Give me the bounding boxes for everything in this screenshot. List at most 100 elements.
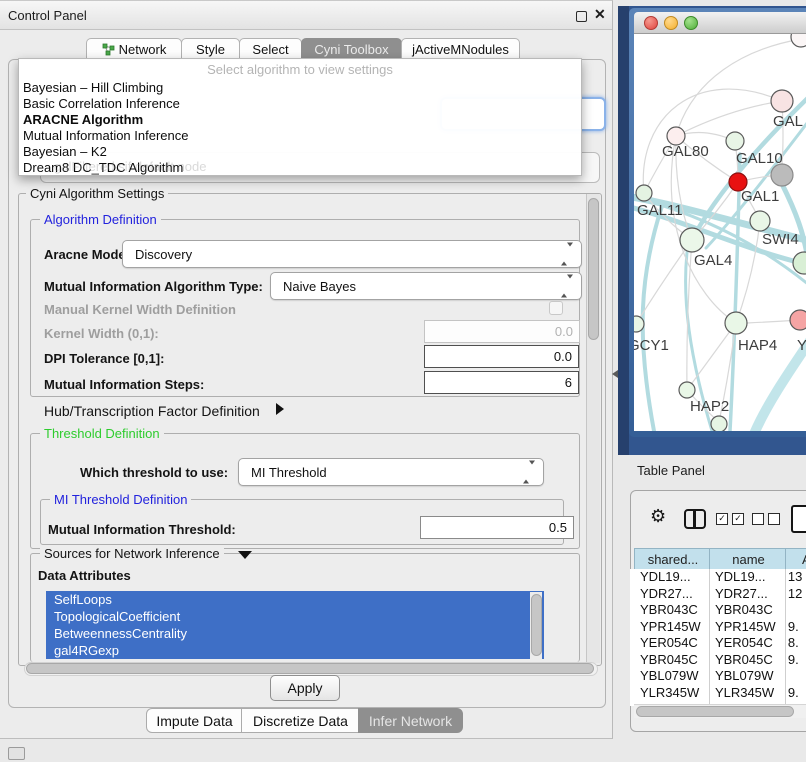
aracne-mode-combo[interactable]: Discovery bbox=[122, 240, 582, 268]
zoom-traffic-icon[interactable] bbox=[684, 16, 698, 30]
settings-scrollbar-thumb[interactable] bbox=[588, 198, 599, 340]
node-label: GAL10 bbox=[736, 150, 783, 167]
dropdown-placeholder: Select algorithm to view settings bbox=[19, 62, 581, 77]
field-value: 6 bbox=[565, 375, 572, 390]
table-row[interactable]: YLR345WYLR345W9. bbox=[634, 685, 806, 702]
tab-label: Cyni Toolbox bbox=[314, 42, 388, 57]
node-partial-right[interactable] bbox=[793, 252, 806, 274]
node-gray[interactable] bbox=[771, 164, 793, 186]
stepper-arrows-icon bbox=[561, 279, 573, 294]
node-label: Y bbox=[797, 337, 806, 354]
sources-group-title: Sources for Network Inference bbox=[40, 546, 224, 561]
manual-kernel-label: Manual Kernel Width Definition bbox=[44, 302, 236, 317]
select-all-columns-icon[interactable]: ✓✓ bbox=[716, 513, 744, 525]
table-row[interactable]: YBL079WYBL079W bbox=[634, 668, 806, 685]
network-window-titlebar bbox=[634, 12, 806, 34]
float-window-icon[interactable] bbox=[576, 11, 587, 22]
dropdown-item[interactable]: Bayesian – Hill Climbing bbox=[23, 80, 163, 96]
mi-steps-field[interactable]: 6 bbox=[424, 371, 579, 394]
tab-discretize-data[interactable]: Discretize Data bbox=[241, 708, 360, 733]
which-threshold-label: Which threshold to use: bbox=[80, 465, 228, 480]
tab-label: Network bbox=[119, 42, 167, 57]
tab-select[interactable]: Select bbox=[239, 38, 302, 60]
close-icon[interactable]: ✕ bbox=[594, 6, 606, 23]
node-label: GCY1 bbox=[634, 337, 669, 354]
deselect-all-columns-icon[interactable] bbox=[752, 513, 780, 525]
list-item[interactable]: BetweennessCentrality bbox=[46, 625, 544, 642]
node-hap4[interactable] bbox=[725, 312, 747, 334]
dpi-tolerance-label: DPI Tolerance [0,1]: bbox=[44, 351, 164, 366]
field-value: 0.0 bbox=[555, 324, 573, 339]
network-canvas[interactable]: GAL GAL80 GAL10 GAL1 GAL11 SWI4 GAL4 GCY… bbox=[634, 34, 806, 431]
columns-icon[interactable] bbox=[684, 509, 706, 529]
tab-jactivemnodules[interactable]: jActiveMNodules bbox=[401, 38, 520, 60]
list-item[interactable]: gal4RGexp bbox=[46, 642, 544, 659]
node-swi4[interactable] bbox=[750, 211, 770, 231]
tab-cyni-toolbox[interactable]: Cyni Toolbox bbox=[301, 38, 402, 60]
table-panel-title: Table Panel bbox=[637, 463, 705, 478]
aracne-mode-label: Aracne Mode: bbox=[44, 247, 130, 262]
tab-infer-network[interactable]: Infer Network bbox=[358, 708, 463, 733]
node-gal10[interactable] bbox=[726, 132, 744, 150]
collapse-down-icon[interactable] bbox=[238, 551, 252, 559]
minimized-panel-icon[interactable] bbox=[8, 747, 25, 760]
combo-value: Naive Bayes bbox=[283, 279, 356, 294]
close-traffic-icon[interactable] bbox=[644, 16, 658, 30]
node-partial-bottom[interactable] bbox=[711, 416, 727, 431]
tab-label: jActiveMNodules bbox=[412, 42, 509, 57]
node-hap2[interactable] bbox=[679, 382, 695, 398]
table-row[interactable]: YDR27...YDR27...12 bbox=[634, 586, 806, 603]
node-label: GAL80 bbox=[662, 143, 709, 160]
mi-algorithm-type-label: Mutual Information Algorithm Type: bbox=[44, 279, 263, 294]
table-row[interactable]: YPR145WYPR145W9. bbox=[634, 619, 806, 636]
network-icon bbox=[102, 43, 115, 56]
stepper-arrows-icon bbox=[523, 465, 535, 480]
node-label: GAL bbox=[773, 113, 803, 130]
kernel-width-label: Kernel Width (0,1): bbox=[44, 326, 159, 341]
dropdown-item[interactable]: Basic Correlation Inference bbox=[23, 96, 180, 112]
mi-algorithm-type-combo[interactable]: Naive Bayes bbox=[270, 272, 582, 300]
node-gal4[interactable] bbox=[680, 228, 704, 252]
apply-button[interactable]: Apply bbox=[270, 675, 340, 701]
tab-network[interactable]: Network bbox=[86, 38, 182, 60]
new-table-icon[interactable] bbox=[791, 505, 806, 533]
list-scrollbar-thumb[interactable] bbox=[531, 594, 542, 656]
node-gal-partial[interactable] bbox=[771, 90, 793, 112]
dropdown-item[interactable]: Bayesian – K2 bbox=[23, 144, 107, 160]
settings-hscrollbar-thumb[interactable] bbox=[26, 663, 594, 674]
node-label: GAL4 bbox=[694, 252, 732, 269]
data-table-combo-value: galFiltered.sif default node bbox=[54, 159, 354, 174]
table-row[interactable]: YBR045CYBR045C9. bbox=[634, 652, 806, 669]
table-row[interactable]: YDL19...YDL19...13 bbox=[634, 569, 806, 586]
list-item[interactable]: SelfLoops bbox=[46, 591, 544, 608]
table-row[interactable]: YBR043CYBR043C bbox=[634, 602, 806, 619]
which-threshold-combo[interactable]: MI Threshold bbox=[238, 458, 544, 486]
table-row[interactable]: YER054CYER054C8. bbox=[634, 635, 806, 652]
hub-section-label[interactable]: Hub/Transcription Factor Definition bbox=[44, 403, 260, 419]
node-label: SWI4 bbox=[762, 231, 799, 248]
column-header-shared-name[interactable]: shared... bbox=[634, 548, 712, 570]
node-gal11[interactable] bbox=[636, 185, 652, 201]
node-partial-top[interactable] bbox=[791, 34, 806, 47]
dropdown-item-selected[interactable]: ARACNE Algorithm bbox=[23, 112, 143, 128]
tab-style[interactable]: Style bbox=[181, 38, 240, 60]
table-hscrollbar-thumb[interactable] bbox=[636, 706, 794, 717]
column-label: A bbox=[802, 552, 806, 567]
column-header-name[interactable]: name bbox=[709, 548, 788, 570]
mi-threshold-field[interactable]: 0.5 bbox=[420, 516, 574, 539]
kernel-width-field: 0.0 bbox=[424, 320, 580, 343]
column-header-partial[interactable]: A bbox=[785, 548, 806, 570]
dropdown-item[interactable]: Mutual Information Inference bbox=[23, 128, 188, 144]
manual-kernel-checkbox[interactable] bbox=[549, 301, 563, 315]
gear-icon[interactable]: ⚙ bbox=[650, 506, 666, 527]
minimize-traffic-icon[interactable] bbox=[664, 16, 678, 30]
node-pink-right[interactable] bbox=[790, 310, 806, 330]
tab-impute-data[interactable]: Impute Data bbox=[146, 708, 243, 733]
list-item[interactable]: TopologicalCoefficient bbox=[46, 608, 544, 625]
expand-right-icon[interactable] bbox=[276, 403, 284, 415]
combo-value: Discovery bbox=[135, 247, 192, 262]
desktop-background-shade bbox=[618, 6, 629, 455]
dpi-tolerance-field[interactable]: 0.0 bbox=[424, 345, 579, 368]
field-value: 0.0 bbox=[554, 349, 572, 364]
node-gcy1[interactable] bbox=[634, 316, 644, 332]
